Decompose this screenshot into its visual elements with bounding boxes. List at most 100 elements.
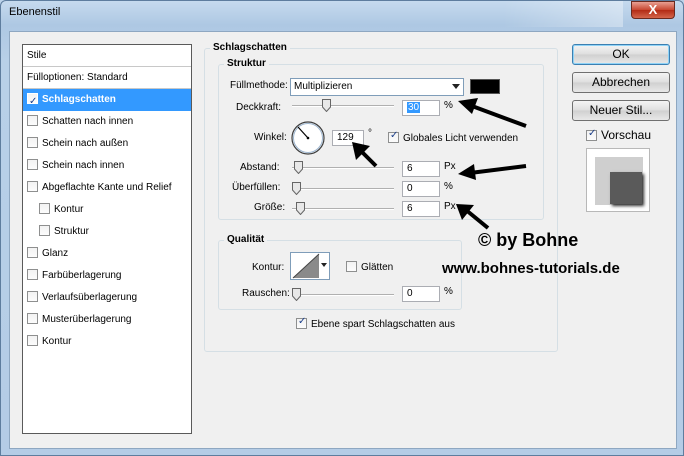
title-bar[interactable]: Ebenenstil X [1,1,683,27]
style-list-item[interactable]: Musterüberlagerung [23,309,191,331]
blending-options-item[interactable]: Fülloptionen: Standard [23,67,191,89]
slider-track [292,105,394,107]
global-light-checkbox-row[interactable]: Globales Licht verwenden [388,130,519,144]
style-checkbox[interactable] [27,115,38,126]
style-list: Stile Fülloptionen: Standard Schlagschat… [22,44,192,434]
distance-input[interactable]: 6 [402,161,440,177]
style-checkbox[interactable] [27,181,38,192]
blend-mode-label: Füllmethode: [230,80,288,91]
slider-track [292,208,394,210]
annotation-arrow-distance-icon [458,164,527,180]
style-checkbox[interactable] [27,159,38,170]
style-list-item-label: Musterüberlagerung [42,314,132,325]
shadow-color-swatch[interactable] [470,79,500,94]
style-list-item[interactable]: Farbüberlagerung [23,265,191,287]
preview-label: Vorschau [601,128,652,142]
slider-thumb[interactable] [292,288,301,301]
dialog-client-area: Stile Fülloptionen: Standard Schlagschat… [9,31,677,449]
size-input[interactable]: 6 [402,201,440,217]
preview-checkbox-row[interactable]: Vorschau [586,128,651,142]
style-list-item-label: Schein nach innen [42,160,125,171]
slider-thumb[interactable] [296,202,305,215]
spread-slider[interactable] [292,182,394,195]
window-title: Ebenenstil [9,6,61,18]
style-list-item[interactable]: Schein nach außen [23,133,191,155]
antialias-label: Glätten [361,262,394,273]
blend-mode-value: Multiplizieren [294,81,353,92]
distance-unit: Px [444,161,456,172]
style-checkbox[interactable] [27,269,38,280]
spread-input[interactable]: 0 [402,181,440,197]
spread-label: Überfüllen: [232,182,281,193]
style-list-item[interactable]: Glanz [23,243,191,265]
slider-thumb[interactable] [294,161,303,174]
global-light-checkbox[interactable] [388,130,399,143]
opacity-slider[interactable] [292,99,394,112]
preview-checkbox[interactable] [586,128,597,141]
spread-unit: % [444,181,453,192]
style-list-item-label: Schatten nach innen [42,116,134,127]
opacity-label: Deckkraft: [236,102,282,113]
chevron-down-icon [452,84,460,89]
style-list-item[interactable]: Kontur [23,199,191,221]
preview-thumbnail [586,148,650,212]
title-bar-reflection [503,1,623,27]
watermark-url: www.bohnes-tutorials.de [442,260,620,277]
contour-preview-icon [292,253,320,279]
style-list-item[interactable]: Abgeflachte Kante und Relief [23,177,191,199]
annotation-arrow-angle-icon [352,142,378,168]
antialias-checkbox[interactable] [346,261,357,272]
style-checkbox[interactable] [27,291,38,302]
chevron-down-icon [321,263,327,267]
ok-button[interactable]: OK [572,44,670,65]
style-checkbox[interactable] [39,203,50,214]
style-list-item-label: Verlaufsüberlagerung [42,292,138,303]
style-list-item-label: Glanz [42,248,69,259]
style-list-item-label: Schein nach außen [42,138,129,149]
style-checkbox[interactable] [27,335,38,346]
style-list-item-label: Kontur [54,204,84,215]
opacity-unit: % [444,100,453,111]
opacity-input[interactable]: 30 [402,100,440,116]
watermark-author: © by Bohne [478,230,579,250]
noise-input[interactable]: 0 [402,286,440,302]
style-list-item[interactable]: Schein nach innen [23,155,191,177]
style-checkbox[interactable] [27,137,38,148]
size-slider[interactable] [292,202,394,215]
new-style-button[interactable]: Neuer Stil... [572,100,670,121]
cancel-button[interactable]: Abbrechen [572,72,670,93]
close-button[interactable]: X [631,1,675,19]
preview-shadow-swatch [610,172,642,204]
contour-picker[interactable] [290,252,330,280]
angle-dial[interactable] [290,120,326,156]
antialias-checkbox-row[interactable]: Glätten [346,261,393,273]
contour-label: Kontur: [252,262,285,273]
style-checkbox[interactable] [27,313,38,324]
style-list-item[interactable]: Schatten nach innen [23,111,191,133]
style-list-item[interactable]: Struktur [23,221,191,243]
global-light-label: Globales Licht verwenden [403,133,519,144]
angle-label: Winkel: [254,132,287,143]
style-checkbox[interactable] [27,91,38,113]
size-label: Größe: [254,202,286,213]
slider-thumb[interactable] [292,182,301,195]
style-list-header[interactable]: Stile [23,45,191,67]
style-list-item[interactable]: Kontur [23,331,191,353]
knockout-checkbox[interactable] [296,316,307,329]
knockout-checkbox-row[interactable]: Ebene spart Schlagschatten aus [296,316,455,330]
knockout-label: Ebene spart Schlagschatten aus [311,319,455,330]
style-checkbox[interactable] [27,247,38,258]
drop-shadow-title: Schlagschatten [210,42,290,53]
style-list-item-label: Struktur [54,226,90,237]
preview-background [595,157,643,205]
style-list-item[interactable]: Verlaufsüberlagerung [23,287,191,309]
blend-mode-select[interactable]: Multiplizieren [290,78,464,96]
slider-thumb[interactable] [322,99,331,112]
style-list-item[interactable]: Schlagschatten [23,89,191,113]
structure-title: Struktur [224,58,269,69]
style-checkbox[interactable] [39,225,50,236]
angle-unit: ° [368,128,372,139]
slider-track [292,188,394,190]
noise-slider[interactable] [292,288,394,301]
style-list-item-label: Schlagschatten [42,94,116,105]
